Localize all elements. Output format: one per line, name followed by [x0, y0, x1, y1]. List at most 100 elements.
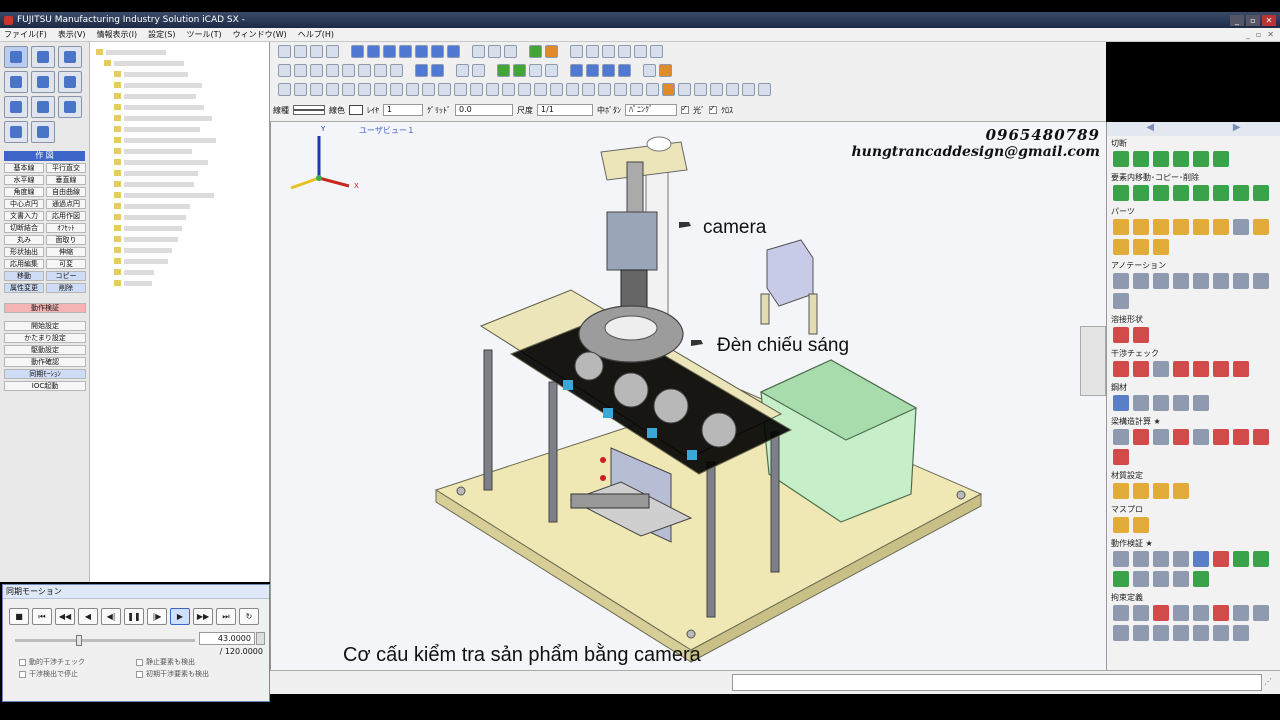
palette-tool-icon[interactable]	[1213, 151, 1229, 167]
toolbar-tool-icon[interactable]	[646, 83, 659, 96]
palette-tool-icon[interactable]	[1133, 551, 1149, 567]
toolbar-tool-icon[interactable]	[358, 83, 371, 96]
palette-side-tab[interactable]	[1080, 326, 1106, 396]
palette-tool-icon[interactable]	[1173, 605, 1189, 621]
scale-select[interactable]: 1/1	[537, 104, 593, 116]
tree-item[interactable]	[96, 168, 269, 178]
palette-tool-icon[interactable]	[1133, 571, 1149, 587]
palette-tool-icon[interactable]	[1233, 625, 1249, 641]
cmd-copy[interactable]: コピー	[46, 271, 86, 281]
tree-item[interactable]	[96, 201, 269, 211]
palette-tool-icon[interactable]	[1113, 273, 1129, 289]
toolbar-tool-icon[interactable]	[454, 83, 467, 96]
palette-tool-icon[interactable]	[1153, 395, 1169, 411]
palette-tool-icon[interactable]	[1193, 571, 1209, 587]
cmd-move[interactable]: 移動	[4, 271, 44, 281]
palette-tool-icon[interactable]	[1113, 449, 1129, 465]
opt-dynamic-interference[interactable]: 動的干渉チェック	[19, 657, 136, 667]
palette-prev-icon[interactable]: ◀	[1146, 122, 1154, 136]
cmd-ioc-start[interactable]: IOC起動	[4, 381, 86, 391]
palette-tool-icon[interactable]	[1153, 239, 1169, 255]
toolbar-tool-icon[interactable]	[431, 45, 444, 58]
menu-file[interactable]: ファイル(F)	[4, 29, 47, 40]
palette-tool-icon[interactable]	[1133, 185, 1149, 201]
palette-tool-icon[interactable]	[1253, 273, 1269, 289]
checkbox[interactable]	[19, 658, 26, 666]
toolbar-tool-icon[interactable]	[529, 45, 542, 58]
time-slider-thumb[interactable]	[76, 635, 83, 646]
palette-tool-icon[interactable]	[1193, 361, 1209, 377]
toolbar-tool-icon[interactable]	[326, 45, 339, 58]
toolbar-tool-icon[interactable]	[374, 83, 387, 96]
brush-icon[interactable]	[31, 121, 55, 143]
palette-tool-icon[interactable]	[1133, 625, 1149, 641]
loop-button[interactable]: ↻	[239, 608, 259, 625]
part-edit-icon[interactable]	[31, 96, 55, 118]
palette-tool-icon[interactable]	[1113, 293, 1129, 309]
tree-item[interactable]	[96, 113, 269, 123]
palette-tool-icon[interactable]	[1173, 571, 1189, 587]
palette-tool-icon[interactable]	[1233, 361, 1249, 377]
palette-tool-icon[interactable]	[1133, 517, 1149, 533]
palette-tool-icon[interactable]	[1153, 219, 1169, 235]
palette-tool-icon[interactable]	[1173, 483, 1189, 499]
palette-tool-icon[interactable]	[1113, 239, 1129, 255]
toolbar-tool-icon[interactable]	[586, 64, 599, 77]
opt-detect-static[interactable]: 静止要素も検出	[136, 657, 253, 667]
palette-tool-icon[interactable]	[1173, 361, 1189, 377]
opt-detect-initial[interactable]: 初期干渉要素も検出	[136, 669, 253, 679]
toolbar-tool-icon[interactable]	[643, 64, 656, 77]
palette-tool-icon[interactable]	[1233, 551, 1249, 567]
toolbar-tool-icon[interactable]	[582, 83, 595, 96]
toolbar-tool-icon[interactable]	[472, 45, 485, 58]
toolbar-tool-icon[interactable]	[545, 64, 558, 77]
palette-tool-icon[interactable]	[1173, 395, 1189, 411]
toolbar-tool-icon[interactable]	[470, 83, 483, 96]
reverse-play-button[interactable]: ◀	[78, 608, 98, 625]
palette-tool-icon[interactable]	[1213, 625, 1229, 641]
menu-info[interactable]: 情報表示(I)	[97, 29, 138, 40]
toolbar-tool-icon[interactable]	[415, 45, 428, 58]
toolbar-tool-icon[interactable]	[602, 64, 615, 77]
parts-icon[interactable]	[4, 71, 28, 93]
palette-tool-icon[interactable]	[1153, 571, 1169, 587]
structure-icon[interactable]	[58, 71, 82, 93]
toolbar-tool-icon[interactable]	[659, 64, 672, 77]
cmd-fillet[interactable]: 丸み	[4, 235, 44, 245]
palette-tool-icon[interactable]	[1153, 483, 1169, 499]
checkbox[interactable]	[19, 670, 26, 678]
inspect-icon[interactable]	[58, 96, 82, 118]
toolbar-tool-icon[interactable]	[294, 83, 307, 96]
toolbar-tool-icon[interactable]	[630, 83, 643, 96]
tree-item[interactable]	[96, 278, 269, 288]
palette-tool-icon[interactable]	[1193, 273, 1209, 289]
toolbar-tool-icon[interactable]	[550, 83, 563, 96]
toolbar-tool-icon[interactable]	[694, 83, 707, 96]
cmd-group-setting[interactable]: かたまり設定	[4, 333, 86, 343]
palette-tool-icon[interactable]	[1133, 429, 1149, 445]
time-slider-track[interactable]	[15, 639, 195, 642]
dimension-icon[interactable]	[31, 46, 55, 68]
palette-tool-icon[interactable]	[1113, 517, 1129, 533]
cmd-start-setting[interactable]: 開始設定	[4, 321, 86, 331]
palette-tool-icon[interactable]	[1193, 151, 1209, 167]
palette-tool-icon[interactable]	[1193, 395, 1209, 411]
toolbar-tool-icon[interactable]	[374, 64, 387, 77]
toolbar-tool-icon[interactable]	[529, 64, 542, 77]
toolbar-tool-icon[interactable]	[488, 45, 501, 58]
palette-tool-icon[interactable]	[1113, 151, 1129, 167]
palette-tool-icon[interactable]	[1193, 429, 1209, 445]
palette-tool-icon[interactable]	[1133, 151, 1149, 167]
tree-item[interactable]	[96, 135, 269, 145]
motion-section-header[interactable]: 動作検証	[4, 303, 86, 313]
mdi-close-button[interactable]: ✕	[1267, 30, 1274, 39]
toolbar-tool-icon[interactable]	[650, 45, 663, 58]
toolbar-tool-icon[interactable]	[310, 64, 323, 77]
toolbar-tool-icon[interactable]	[678, 83, 691, 96]
palette-tool-icon[interactable]	[1133, 605, 1149, 621]
tree-item[interactable]	[96, 212, 269, 222]
draw-mode-icon[interactable]	[4, 46, 28, 68]
toolbar-tool-icon[interactable]	[486, 83, 499, 96]
fast-forward-button[interactable]: ▶▶	[193, 608, 213, 625]
toolbar-tool-icon[interactable]	[634, 45, 647, 58]
